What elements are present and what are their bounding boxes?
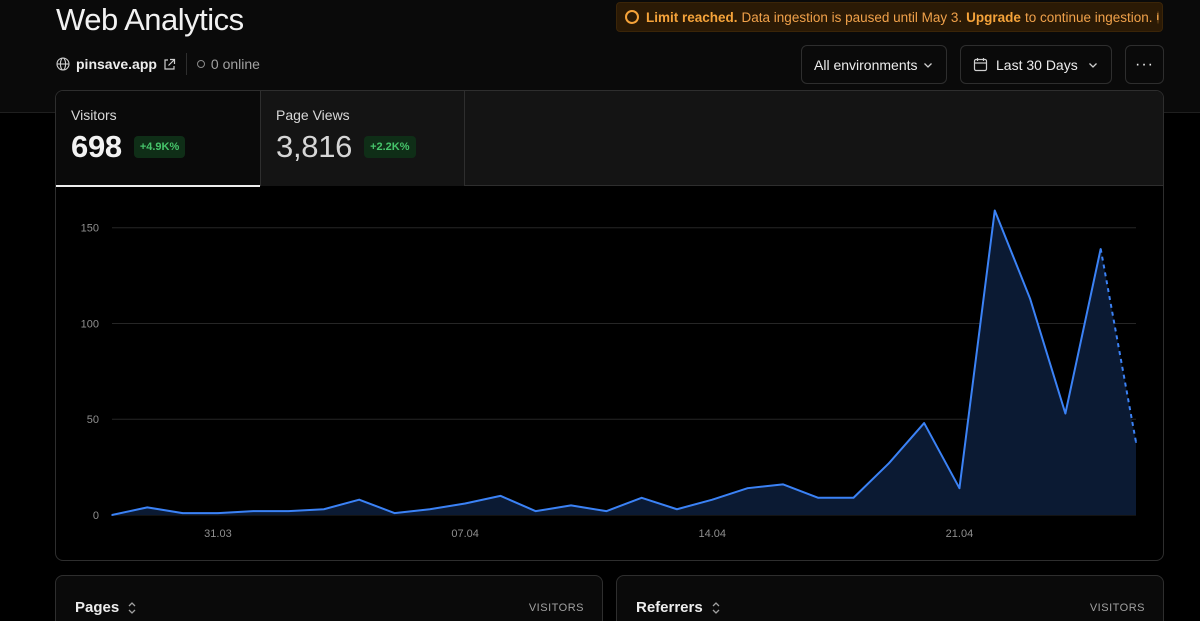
y-tick-label: 50	[87, 414, 99, 426]
page-title: Web Analytics	[56, 2, 244, 37]
data-point	[711, 498, 714, 501]
metric-tabs: Visitors 698 +4.9K% Page Views 3,816 +2.…	[56, 91, 1163, 187]
date-range-label: Last 30 Days	[996, 56, 1078, 73]
x-tick-label: 07.04	[451, 528, 479, 540]
data-point	[358, 498, 360, 501]
data-point	[499, 495, 502, 497]
environment-select[interactable]: All environments	[801, 45, 947, 84]
tab-label: Page Views	[276, 107, 350, 123]
tab-page-views[interactable]: Page Views 3,816 +2.2K%	[260, 91, 464, 186]
data-point	[393, 512, 396, 514]
data-point	[1064, 412, 1067, 415]
online-status-icon	[196, 60, 205, 68]
globe-icon	[56, 57, 70, 71]
panel-title: Referrers	[636, 599, 703, 616]
banner-text-after: to continue ingestion.	[1024, 9, 1153, 25]
referrers-panel: Referrers VISITORS	[616, 575, 1164, 621]
data-point	[146, 506, 149, 509]
change-badge: +2.2K%	[364, 136, 416, 158]
x-tick-label: 31.03	[204, 528, 232, 540]
data-point	[252, 510, 255, 512]
data-point	[217, 512, 219, 514]
banner-strong-text: Limit reached.	[646, 9, 738, 25]
calendar-icon	[973, 57, 988, 72]
visitors-value: 698	[71, 129, 122, 164]
series-line	[111, 209, 1102, 516]
external-link-icon[interactable]	[163, 58, 176, 71]
warning-circle-icon	[625, 10, 639, 24]
sort-icon	[127, 601, 137, 615]
column-header: VISITORS	[1089, 602, 1145, 614]
data-point	[323, 508, 325, 511]
tab-visitors[interactable]: Visitors 698 +4.9K%	[56, 91, 260, 187]
banner-text: Data ingestion is paused until May 3.	[741, 9, 963, 25]
column-header: VISITORS	[528, 602, 584, 614]
chevron-down-icon	[1087, 59, 1099, 71]
x-tick-label: 21.04	[946, 528, 974, 540]
more-options-button[interactable]: ···	[1125, 45, 1164, 84]
upgrade-link[interactable]: Upgrade	[966, 10, 1021, 25]
chevron-down-icon	[922, 59, 934, 71]
series-area	[112, 210, 1136, 515]
data-point	[534, 510, 537, 512]
divider	[185, 53, 187, 75]
limit-banner: Limit reached. Data ingestion is paused …	[616, 2, 1163, 32]
online-count: 0 online	[210, 56, 260, 72]
data-point	[428, 508, 431, 511]
data-point	[570, 504, 572, 507]
data-point	[746, 487, 749, 489]
page-views-value: 3,816	[276, 129, 353, 164]
pages-sort-button[interactable]: Pages	[75, 599, 137, 616]
analytics-card: Visitors 698 +4.9K% Page Views 3,816 +2.…	[55, 90, 1164, 561]
panel-title: Pages	[75, 599, 120, 616]
pages-panel: Pages VISITORS	[55, 575, 603, 621]
data-point	[181, 512, 184, 514]
data-point	[1135, 441, 1137, 444]
referrers-sort-button[interactable]: Referrers	[636, 599, 721, 616]
tab-label: Visitors	[71, 107, 117, 123]
y-tick-label: 0	[93, 510, 99, 522]
data-point	[817, 496, 820, 499]
visitors-chart: 0 50 100 150 31.03 07.04 14.04 21.04	[81, 209, 1137, 540]
data-point	[852, 496, 855, 499]
data-point	[605, 510, 608, 512]
site-link[interactable]: pinsave.app	[76, 56, 157, 72]
change-badge: +4.9K%	[133, 136, 186, 158]
data-point	[888, 462, 890, 465]
data-point	[923, 422, 925, 424]
info-icon[interactable]: i	[1156, 10, 1160, 24]
date-range-select[interactable]: Last 30 Days	[960, 45, 1112, 84]
data-point	[287, 510, 290, 512]
x-tick-label: 14.04	[699, 528, 727, 540]
data-point	[640, 496, 643, 499]
data-point	[782, 483, 784, 486]
data-point	[1099, 247, 1102, 250]
data-point	[676, 508, 678, 511]
data-point	[464, 502, 466, 505]
sort-icon	[711, 601, 721, 615]
data-point	[993, 209, 996, 212]
tabs-filler	[464, 91, 1163, 185]
data-point	[1029, 297, 1031, 300]
site-row: pinsave.app 0 online	[56, 53, 260, 75]
y-tick-label: 150	[81, 223, 99, 235]
data-point	[958, 487, 961, 489]
data-point	[111, 514, 113, 516]
environment-label: All environments	[814, 56, 918, 73]
y-tick-label: 100	[81, 318, 99, 330]
